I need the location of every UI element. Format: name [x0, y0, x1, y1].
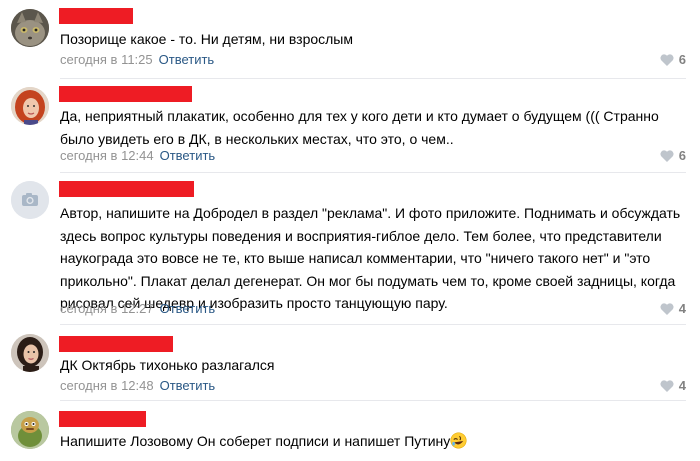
comment-item: Позорище какое - то. Ни детям, ни взросл… [0, 0, 700, 80]
comment-timestamp: сегодня в 12:27 [60, 301, 154, 316]
rolling-laughing-emoji-icon [450, 432, 467, 449]
redacted-author-name[interactable] [59, 181, 194, 197]
comment-text: Напишите Лозовому Он соберет подписи и н… [60, 430, 690, 453]
comment-item: Напишите Лозовому Он соберет подписи и н… [0, 401, 700, 461]
avatar[interactable] [11, 181, 49, 219]
comment-timestamp: сегодня в 11:25 [60, 52, 153, 67]
comment-divider [60, 78, 686, 79]
avatar[interactable] [11, 9, 49, 47]
comment-timestamp: сегодня в 12:48 [60, 378, 154, 393]
avatar[interactable] [11, 87, 49, 125]
reply-link[interactable]: Ответить [160, 301, 216, 316]
like-button[interactable]: 4 [660, 301, 686, 317]
camera-icon [11, 181, 49, 219]
avatar[interactable] [11, 334, 49, 372]
like-count: 4 [678, 378, 686, 393]
comment-meta: сегодня в 12:27 Ответить [60, 301, 215, 317]
reply-link[interactable]: Ответить [159, 52, 215, 67]
like-button[interactable]: 6 [660, 148, 686, 164]
comment-text: Позорище какое - то. Ни детям, ни взросл… [60, 31, 353, 47]
comment-meta: сегодня в 12:44 Ответить [60, 148, 215, 164]
redacted-author-name[interactable] [59, 411, 146, 427]
comment-item: Да, неприятный плакатик, особенно для те… [0, 80, 700, 173]
redacted-author-name[interactable] [59, 8, 133, 24]
like-count: 6 [678, 148, 686, 163]
woman-avatar-icon [11, 334, 49, 372]
like-count: 6 [678, 52, 686, 67]
heart-icon [660, 54, 674, 66]
comment-text: Да, неприятный плакатик, особенно для те… [60, 108, 659, 147]
redacted-author-name[interactable] [59, 336, 173, 352]
comment-timestamp: сегодня в 12:44 [60, 148, 154, 163]
comment-text-content: Напишите Лозовому Он соберет подписи и н… [60, 433, 451, 449]
cartoon-avatar-icon [11, 411, 49, 449]
redacted-author-name[interactable] [59, 86, 192, 102]
comment-item: Автор, напишите на Добродел в раздел "ре… [0, 172, 700, 325]
cat-avatar-icon [11, 9, 49, 47]
reply-link[interactable]: Ответить [160, 148, 216, 163]
comment-meta: сегодня в 12:48 Ответить [60, 378, 215, 394]
reply-link[interactable]: Ответить [160, 378, 216, 393]
like-button[interactable]: 4 [660, 378, 686, 394]
like-count: 4 [678, 301, 686, 316]
comment-item: ДК Октябрь тихонько разлагался сегодня в… [0, 324, 700, 401]
comment-text: Автор, напишите на Добродел в раздел "ре… [60, 205, 681, 311]
heart-icon [660, 303, 674, 315]
heart-icon [660, 380, 674, 392]
heart-icon [660, 150, 674, 162]
woman-avatar-icon [11, 87, 49, 125]
comment-text: ДК Октябрь тихонько разлагался [60, 357, 275, 373]
like-button[interactable]: 6 [660, 52, 686, 68]
comment-meta: сегодня в 11:25 Ответить [60, 52, 214, 68]
avatar[interactable] [11, 411, 49, 449]
